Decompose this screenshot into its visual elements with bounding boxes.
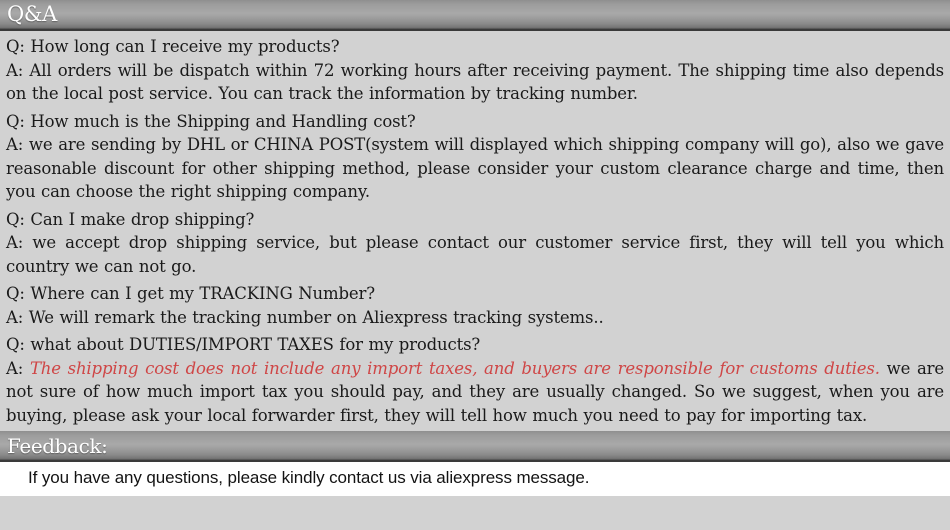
qa-question: Q: How much is the Shipping and Handling… — [6, 111, 416, 131]
qa-question: Q: Can I make drop shipping? — [6, 209, 255, 229]
feedback-section-header-bar: Feedback: — [0, 431, 950, 462]
qa-content: Q: How long can I receive my products? A… — [0, 31, 950, 427]
qa-answer: A: we accept drop shipping service, but … — [6, 233, 944, 276]
qa-block-duties: Q: what about DUTIES/IMPORT TAXES for my… — [6, 333, 944, 427]
qa-question: Q: Where can I get my TRACKING Number? — [6, 284, 375, 303]
qa-block: Q: How long can I receive my products? A… — [6, 35, 944, 106]
qa-block: Q: Where can I get my TRACKING Number? A… — [6, 282, 944, 329]
feedback-section-title: Feedback: — [7, 434, 108, 458]
qa-answer: A: we are sending by DHL or CHINA POST(s… — [6, 135, 944, 201]
qa-answer: A: We will remark the tracking number on… — [6, 307, 604, 327]
feedback-message: If you have any questions, please kindly… — [28, 468, 590, 487]
qa-answer-highlight: The shipping cost does not include any i… — [29, 358, 880, 378]
qa-section-header-bar: Q&A — [0, 0, 950, 31]
qa-question: Q: what about DUTIES/IMPORT TAXES for my… — [6, 335, 481, 354]
qa-section-title: Q&A — [7, 2, 57, 26]
feedback-content: If you have any questions, please kindly… — [0, 462, 950, 496]
qa-block: Q: How much is the Shipping and Handling… — [6, 110, 944, 204]
qa-answer-prefix: A: — [6, 358, 30, 378]
qa-block: Q: Can I make drop shipping? A: we accep… — [6, 208, 944, 279]
qa-question: Q: How long can I receive my products? — [6, 37, 340, 56]
qa-answer-duties: A: The shipping cost does not include an… — [6, 357, 944, 428]
qa-answer: A: All orders will be dispatch within 72… — [6, 60, 944, 104]
qa-feedback-page: Q&A Q: How long can I receive my product… — [0, 0, 950, 530]
